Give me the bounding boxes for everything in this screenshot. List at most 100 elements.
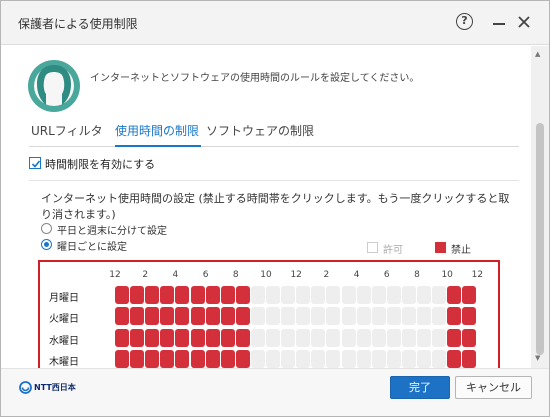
hour-cell[interactable]	[417, 328, 432, 347]
hour-cell[interactable]	[296, 328, 311, 347]
hour-cell[interactable]	[386, 328, 401, 347]
hour-cell[interactable]	[220, 328, 235, 347]
hour-cell[interactable]	[311, 307, 326, 326]
hour-cell[interactable]	[417, 307, 432, 326]
hour-cell[interactable]	[190, 349, 205, 368]
hour-cell[interactable]	[250, 328, 265, 347]
hour-cell[interactable]	[190, 328, 205, 347]
hour-cell[interactable]	[326, 349, 341, 368]
hour-cell[interactable]	[235, 307, 250, 326]
hour-cell[interactable]	[250, 349, 265, 368]
hour-cell[interactable]	[205, 286, 220, 304]
hour-cell[interactable]	[175, 286, 190, 304]
hour-cell[interactable]	[386, 349, 401, 368]
hour-cell[interactable]	[190, 286, 205, 304]
hour-cell[interactable]	[281, 307, 296, 326]
hour-cell[interactable]	[190, 307, 205, 326]
tab-url-filter[interactable]: URLフィルタ	[31, 122, 103, 139]
cancel-button[interactable]: キャンセル	[455, 376, 532, 399]
hour-cell[interactable]	[462, 349, 477, 368]
hour-cell[interactable]	[296, 286, 311, 304]
hour-cell[interactable]	[281, 328, 296, 347]
hour-cell[interactable]	[130, 349, 145, 368]
hour-cell[interactable]	[401, 307, 416, 326]
minimize-button[interactable]	[492, 13, 512, 33]
hour-cell[interactable]	[462, 307, 477, 326]
hour-cell[interactable]	[115, 307, 130, 326]
hour-cell[interactable]	[250, 307, 265, 326]
hour-cell[interactable]	[145, 328, 160, 347]
hour-cell[interactable]	[386, 286, 401, 304]
hour-cell[interactable]	[160, 307, 175, 326]
hour-cell[interactable]	[160, 349, 175, 368]
hour-cell[interactable]	[205, 307, 220, 326]
close-button[interactable]	[517, 13, 537, 33]
done-button[interactable]: 完了	[390, 376, 450, 399]
hour-cell[interactable]	[296, 307, 311, 326]
hour-cell[interactable]	[220, 349, 235, 368]
hour-cell[interactable]	[281, 286, 296, 304]
hour-cell[interactable]	[341, 307, 356, 326]
hour-cell[interactable]	[326, 286, 341, 304]
scrollbar-thumb[interactable]	[536, 123, 544, 355]
hour-cell[interactable]	[341, 349, 356, 368]
scroll-up-icon[interactable]: ▲	[535, 50, 540, 58]
hour-cell[interactable]	[326, 328, 341, 347]
hour-cell[interactable]	[115, 349, 130, 368]
radio-per-day-button[interactable]	[41, 239, 52, 250]
hour-cell[interactable]	[417, 286, 432, 304]
hour-cell[interactable]	[205, 349, 220, 368]
hour-cell[interactable]	[417, 349, 432, 368]
tab-software-restriction[interactable]: ソフトウェアの制限	[206, 122, 314, 139]
hour-cell[interactable]	[401, 349, 416, 368]
hour-cell[interactable]	[447, 328, 462, 347]
hour-cell[interactable]	[356, 328, 371, 347]
hour-cell[interactable]	[235, 286, 250, 304]
scroll-down-icon[interactable]: ▼	[535, 354, 540, 362]
hour-cell[interactable]	[175, 307, 190, 326]
hour-cell[interactable]	[432, 307, 447, 326]
hour-cell[interactable]	[341, 286, 356, 304]
hour-cell[interactable]	[432, 349, 447, 368]
hour-cell[interactable]	[115, 328, 130, 347]
hour-cell[interactable]	[432, 328, 447, 347]
vertical-scrollbar[interactable]: ▲ ▼	[531, 46, 549, 368]
hour-cell[interactable]	[250, 286, 265, 304]
hour-cell[interactable]	[356, 349, 371, 368]
hour-cell[interactable]	[296, 349, 311, 368]
hour-cell[interactable]	[447, 349, 462, 368]
hour-cell[interactable]	[356, 286, 371, 304]
hour-cell[interactable]	[145, 286, 160, 304]
hour-cell[interactable]	[130, 307, 145, 326]
hour-cell[interactable]	[235, 349, 250, 368]
tab-usage-time[interactable]: 使用時間の制限	[115, 122, 199, 139]
hour-cell[interactable]	[462, 286, 477, 304]
hour-cell[interactable]	[235, 328, 250, 347]
hour-cell[interactable]	[326, 307, 341, 326]
hour-cell[interactable]	[266, 286, 281, 304]
hour-cell[interactable]	[130, 286, 145, 304]
hour-cell[interactable]	[371, 349, 386, 368]
hour-cell[interactable]	[281, 349, 296, 368]
hour-cell[interactable]	[266, 349, 281, 368]
hour-cell[interactable]	[311, 286, 326, 304]
hour-cell[interactable]	[175, 328, 190, 347]
hour-cell[interactable]	[371, 286, 386, 304]
hour-cell[interactable]	[462, 328, 477, 347]
hour-cell[interactable]	[401, 328, 416, 347]
hour-cell[interactable]	[371, 307, 386, 326]
hour-cell[interactable]	[160, 328, 175, 347]
hour-cell[interactable]	[447, 286, 462, 304]
hour-cell[interactable]	[205, 328, 220, 347]
hour-cell[interactable]	[220, 286, 235, 304]
hour-cell[interactable]	[341, 328, 356, 347]
radio-weekday-weekend-button[interactable]	[41, 223, 52, 234]
hour-cell[interactable]	[160, 286, 175, 304]
help-button[interactable]: ?	[456, 13, 476, 33]
hour-cell[interactable]	[386, 307, 401, 326]
hour-cell[interactable]	[311, 349, 326, 368]
hour-cell[interactable]	[175, 349, 190, 368]
hour-cell[interactable]	[145, 307, 160, 326]
hour-cell[interactable]	[356, 307, 371, 326]
hour-cell[interactable]	[145, 349, 160, 368]
